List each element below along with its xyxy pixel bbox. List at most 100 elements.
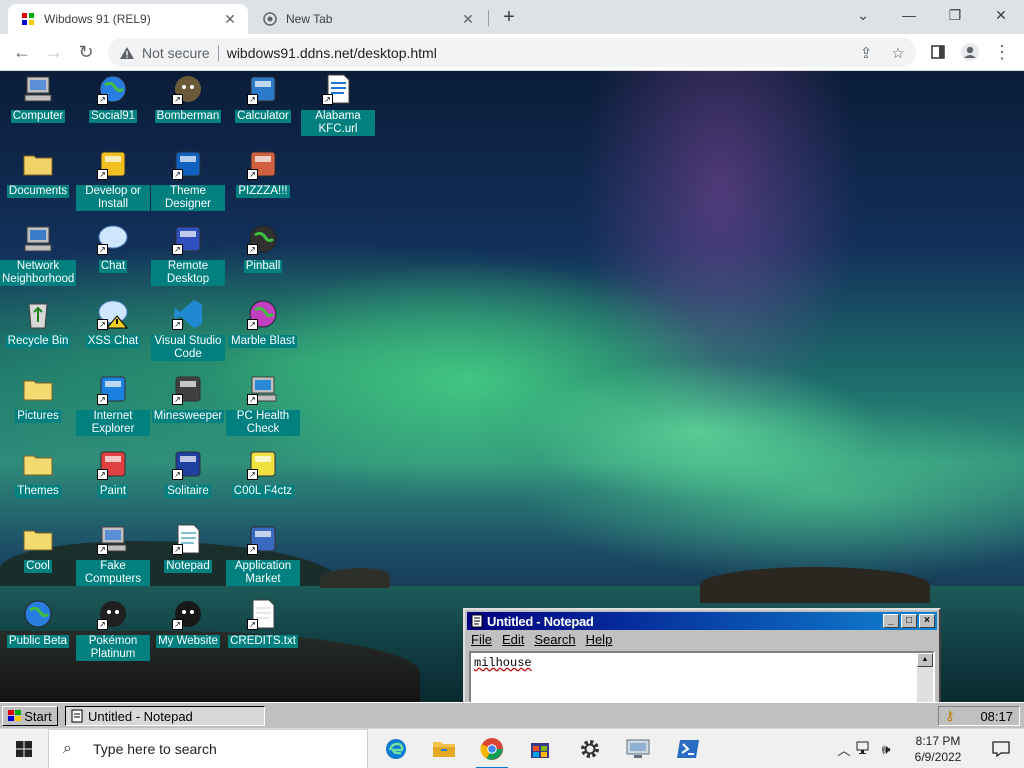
- warning-triangle-icon[interactable]: [118, 44, 136, 62]
- desktop-icon-notepad[interactable]: ↗ Notepad: [151, 521, 225, 595]
- desktop-icon-minesweeper[interactable]: ↗ Minesweeper: [151, 371, 225, 445]
- side-panel-icon[interactable]: [924, 38, 952, 66]
- desktop-icon-recycle-bin[interactable]: Recycle Bin: [1, 296, 75, 370]
- desktop-icon-xss-chat[interactable]: ↗ XSS Chat: [76, 296, 150, 370]
- desktop-icon-internet-explorer[interactable]: ↗ Internet Explorer: [76, 371, 150, 445]
- bomberman-icon: ↗: [172, 73, 204, 105]
- menu-search[interactable]: Search: [534, 632, 575, 649]
- tab-close-icon[interactable]: ✕: [458, 9, 478, 29]
- network-icon[interactable]: [854, 741, 874, 758]
- desktop-icon-pinball[interactable]: ↗ Pinball: [226, 221, 300, 295]
- desktop-icon-bomberman[interactable]: ↗ Bomberman: [151, 71, 225, 145]
- new-tab-plus-icon[interactable]: +: [498, 6, 520, 28]
- desktop-icon-remote-desktop[interactable]: ↗ Remote Desktop: [151, 221, 225, 295]
- desktop-icon-credits-txt[interactable]: ↗ CREDITS.txt: [226, 596, 300, 670]
- desktop-icon-c00l-f4ctz[interactable]: ↗ C00L F4ctz: [226, 446, 300, 520]
- chrome-icon[interactable]: [468, 729, 516, 768]
- store-icon[interactable]: [516, 729, 564, 768]
- desktop-icon-computer[interactable]: Computer: [1, 71, 75, 145]
- scroll-up-arrow-icon[interactable]: ▲: [917, 653, 933, 667]
- wibdows-desktop[interactable]: Computer ↗ Social91 ↗ Bomberman ↗ Calculator ↗ A…: [0, 71, 1024, 702]
- notepad-window[interactable]: Untitled - Notepad _ □ × File Edit Searc…: [463, 608, 941, 702]
- desktop-icon-public-beta[interactable]: Public Beta: [1, 596, 75, 670]
- menu-file[interactable]: File: [471, 632, 492, 649]
- tab-search-chevron-icon[interactable]: ⌄: [840, 0, 886, 30]
- notepad-menu-bar: File Edit Search Help: [471, 632, 622, 649]
- vscode-icon: ↗: [172, 298, 204, 330]
- desktop-icon-theme-designer[interactable]: ↗ Theme Designer: [151, 146, 225, 220]
- profile-avatar-icon[interactable]: [956, 38, 984, 66]
- desktop-icon-social91[interactable]: ↗ Social91: [76, 71, 150, 145]
- taskbar-clock[interactable]: 8:17 PM 6/9/2022: [898, 733, 978, 765]
- bookmark-star-icon[interactable]: ☆: [888, 43, 908, 63]
- tab-wibdows91[interactable]: Wibdows 91 (REL9) ✕: [8, 4, 248, 34]
- start-button[interactable]: Start: [2, 706, 58, 726]
- back-arrow-icon[interactable]: ←: [8, 38, 36, 66]
- desktop-icon-label: Paint: [97, 485, 129, 498]
- notepad-title-bar[interactable]: Untitled - Notepad _ □ ×: [467, 612, 937, 630]
- notification-center-icon[interactable]: [978, 741, 1024, 757]
- powershell-icon[interactable]: [664, 729, 712, 768]
- desktop-icon-network-neighborhood[interactable]: Network Neighborhood: [0, 221, 76, 295]
- close-icon[interactable]: ×: [919, 614, 935, 628]
- tray-clock[interactable]: 08:17: [980, 709, 1013, 724]
- desktop-icon-develop-or-install[interactable]: ↗ Develop or Install: [76, 146, 150, 220]
- notepad-text-area[interactable]: milhouse ▲: [469, 651, 935, 702]
- desktop-icon-marble-blast[interactable]: ↗ Marble Blast: [226, 296, 300, 370]
- restore-icon[interactable]: ❐: [932, 0, 978, 30]
- desktop-icon-pizzza[interactable]: ↗ PIZZZA!!!: [226, 146, 300, 220]
- desktop-icon-application-market[interactable]: ↗ Application Market: [226, 521, 300, 595]
- desktop-icon-fake-computers[interactable]: ↗ Fake Computers: [76, 521, 150, 595]
- reload-icon[interactable]: ↻: [72, 38, 100, 66]
- notepad-content[interactable]: milhouse: [474, 656, 532, 670]
- search-placeholder: Type here to search: [93, 741, 217, 757]
- menu-help[interactable]: Help: [586, 632, 613, 649]
- desktop-icon-pictures[interactable]: Pictures: [1, 371, 75, 445]
- key-icon[interactable]: ⚷: [945, 708, 955, 724]
- url-text[interactable]: wibdows91.ddns.net/desktop.html: [227, 45, 437, 61]
- vertical-scrollbar[interactable]: ▲: [917, 653, 933, 702]
- help-computer-icon: ↗: [97, 148, 129, 180]
- desktop-icon-solitaire[interactable]: ↗ Solitaire: [151, 446, 225, 520]
- tab-close-icon[interactable]: ✕: [220, 9, 240, 29]
- desktop-icon-pok-mon-platinum[interactable]: ↗ Pokémon Platinum: [76, 596, 150, 670]
- menu-edit[interactable]: Edit: [502, 632, 524, 649]
- volume-icon[interactable]: 🕪: [874, 741, 898, 758]
- edge-icon[interactable]: [372, 729, 420, 768]
- windows-start-icon[interactable]: [0, 729, 48, 768]
- chevron-up-icon[interactable]: ︿: [834, 740, 854, 759]
- desktop-icon-my-website[interactable]: ↗ My Website: [151, 596, 225, 670]
- tab-strip: Wibdows 91 (REL9) ✕ New Tab ✕ + ⌄ — ❐ ✕: [0, 0, 1024, 34]
- menu-kebab-icon[interactable]: ⋮: [988, 38, 1016, 66]
- settings-icon[interactable]: [566, 729, 614, 768]
- share-icon[interactable]: ⇪: [856, 43, 876, 63]
- desktop-icon-paint[interactable]: ↗ Paint: [76, 446, 150, 520]
- cards-icon: ↗: [172, 448, 204, 480]
- taskbar-button-notepad[interactable]: Untitled - Notepad: [65, 706, 265, 726]
- desktop-icon-visual-studio-code[interactable]: ↗ Visual Studio Code: [151, 296, 225, 370]
- desktop-icon-label: Bomberman: [154, 110, 222, 123]
- close-window-icon[interactable]: ✕: [978, 0, 1024, 30]
- minimize-icon[interactable]: _: [883, 614, 899, 628]
- desktop-icon-documents[interactable]: Documents: [1, 146, 75, 220]
- desktop-icon-label: Notepad: [164, 560, 212, 573]
- desktop-icon-cool[interactable]: Cool: [1, 521, 75, 595]
- remote-icon[interactable]: [614, 729, 662, 768]
- taskbar-search-box[interactable]: ⌕ Type here to search: [48, 729, 368, 768]
- desktop-icon-calculator[interactable]: ↗ Calculator: [226, 71, 300, 145]
- file-explorer-icon[interactable]: [420, 729, 468, 768]
- address-bar[interactable]: Not secure wibdows91.ddns.net/desktop.ht…: [108, 38, 916, 67]
- warning-chat-icon: ↗: [97, 298, 129, 330]
- forward-arrow-icon[interactable]: →: [40, 38, 68, 66]
- desktop-icon-themes[interactable]: Themes: [1, 446, 75, 520]
- tab-new-tab[interactable]: New Tab ✕: [250, 4, 486, 34]
- desktop-icon-pc-health-check[interactable]: ↗ PC Health Check: [226, 371, 300, 445]
- globe-icon: ↗: [97, 73, 129, 105]
- shortcut-arrow-icon: ↗: [172, 244, 183, 255]
- minimize-icon[interactable]: —: [886, 0, 932, 30]
- desktop-icon-chat[interactable]: ↗ Chat: [76, 221, 150, 295]
- search-icon: ⌕: [63, 740, 72, 757]
- desktop-icon-alabama-kfc-url[interactable]: ↗ Alabama KFC.url: [301, 71, 375, 145]
- maximize-icon[interactable]: □: [901, 614, 917, 628]
- desktop-icon-label: Network Neighborhood: [0, 260, 76, 286]
